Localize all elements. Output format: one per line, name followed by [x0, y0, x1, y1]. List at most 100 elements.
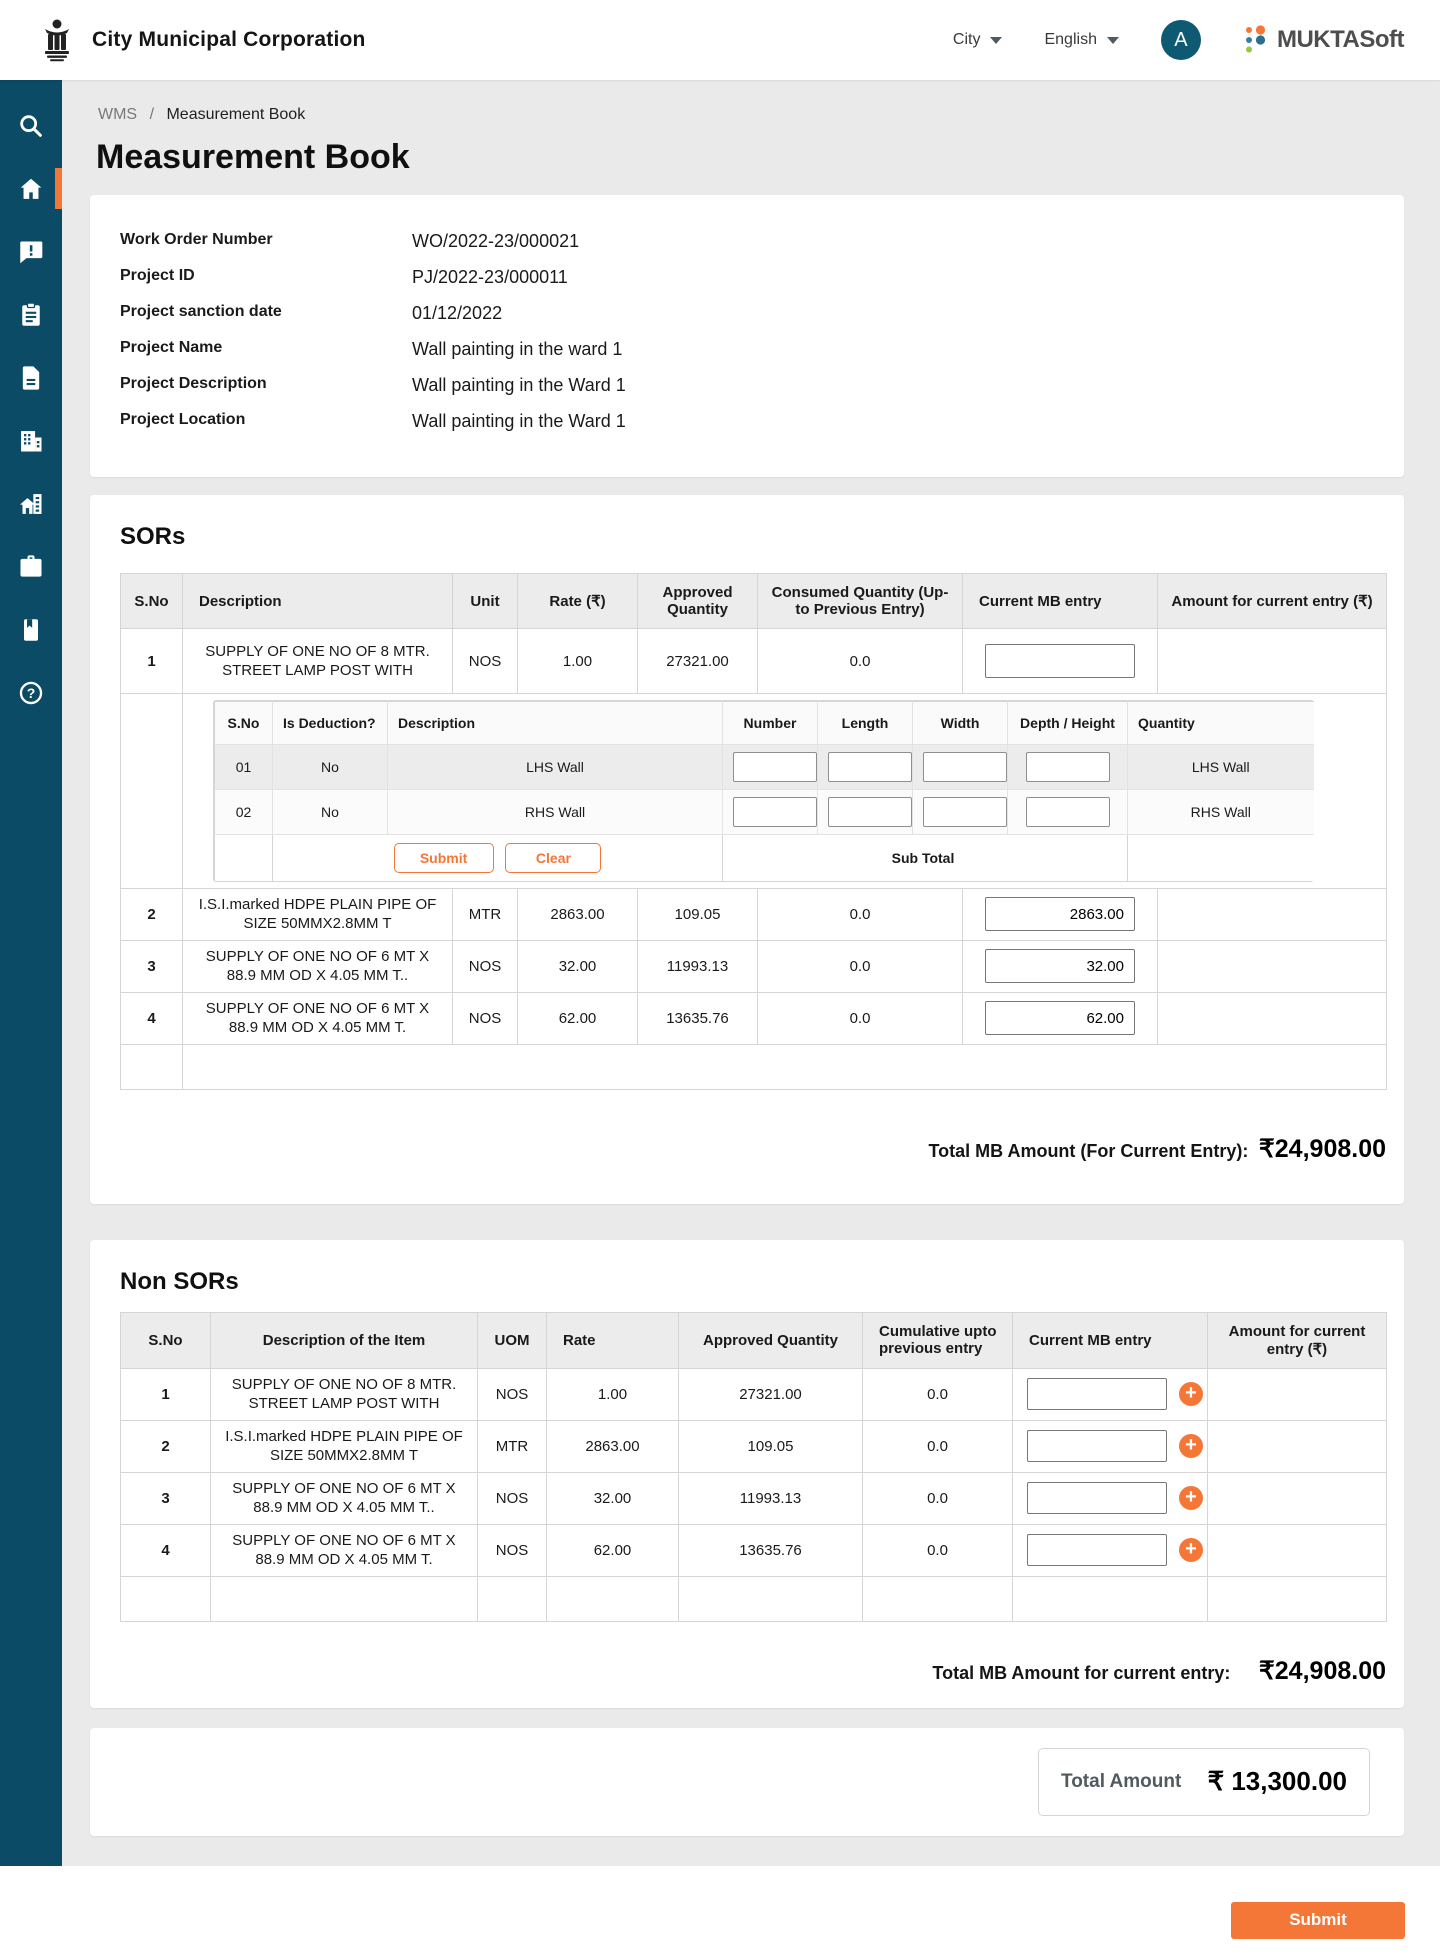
sors-row: 3 SUPPLY OF ONE NO OF 6 MT X 88.9 MM OD …: [121, 940, 1387, 992]
sidebar-item-home[interactable]: [0, 157, 62, 220]
detail-row: Project LocationWall painting in the War…: [120, 411, 1374, 432]
current-mb-entry-input[interactable]: [985, 1001, 1135, 1035]
description-cell: I.S.I.marked HDPE PLAIN PIPE OF SIZE 50M…: [211, 1420, 478, 1472]
sidebar-item-announcements[interactable]: [0, 220, 62, 283]
non-sors-header-row: S.No Description of the Item UOM Rate Ap…: [121, 1312, 1387, 1368]
col-description: Description: [183, 574, 453, 629]
sidebar-item-works[interactable]: [0, 535, 62, 598]
length-cell: [818, 790, 913, 835]
sors-empty-row: [121, 1044, 1387, 1089]
top-bar: City Municipal Corporation City English …: [0, 0, 1440, 80]
announcement-icon: [17, 238, 45, 266]
col-cumulative-qty: Cumulative upto previous entry: [863, 1312, 1013, 1368]
sors-total-line: Total MB Amount (For Current Entry): ₹24…: [120, 1134, 1386, 1164]
sidebar-item-estate[interactable]: [0, 472, 62, 535]
description-cell: SUPPLY OF ONE NO OF 8 MTR. STREET LAMP P…: [183, 629, 453, 694]
subtotal-value-cell: [1128, 835, 1314, 881]
uom-cell: NOS: [478, 1524, 547, 1576]
current-mb-entry-input[interactable]: [985, 949, 1135, 983]
sno-cell: 1: [121, 629, 183, 694]
org-name: City Municipal Corporation: [92, 28, 366, 52]
detail-value: PJ/2022-23/000011: [412, 267, 568, 288]
depth-height-cell: [1008, 790, 1128, 835]
sidebar-item-tasks[interactable]: [0, 283, 62, 346]
current-mb-entry-cell: [963, 888, 1158, 940]
col-rate: Rate: [547, 1312, 679, 1368]
col-is-deduction: Is Deduction?: [273, 702, 388, 745]
breadcrumb-current: Measurement Book: [166, 106, 305, 123]
sors-row: 2 I.S.I.marked HDPE PLAIN PIPE OF SIZE 5…: [121, 888, 1387, 940]
help-icon: ?: [17, 679, 45, 707]
measurements-submit-button[interactable]: Submit: [394, 843, 494, 873]
quantity-cell: RHS Wall: [1128, 790, 1314, 835]
add-entry-plus-icon[interactable]: +: [1179, 1434, 1203, 1458]
approved-qty-cell: 11993.13: [638, 940, 758, 992]
amount-cell: [1158, 940, 1387, 992]
sors-header-row: S.No Description Unit Rate (₹) Approved …: [121, 574, 1387, 629]
muktasoft-logo: MUKTASoft: [1243, 24, 1404, 56]
sors-row: 1 SUPPLY OF ONE NO OF 8 MTR. STREET LAMP…: [121, 629, 1387, 694]
rate-cell: 2863.00: [518, 888, 638, 940]
current-mb-entry-input[interactable]: [985, 644, 1135, 678]
sidebar-item-help[interactable]: ?: [0, 661, 62, 724]
sidebar-item-reports[interactable]: [0, 598, 62, 661]
length-input[interactable]: [828, 797, 912, 827]
detail-row: Work Order NumberWO/2022-23/000021: [120, 231, 1374, 252]
consumed-qty-cell: 0.0: [758, 888, 963, 940]
sidebar-item-organisation[interactable]: [0, 409, 62, 472]
depth-height-input[interactable]: [1026, 752, 1110, 782]
svg-text:?: ?: [27, 684, 36, 700]
city-dropdown-label: City: [953, 31, 981, 49]
language-dropdown[interactable]: English: [1044, 31, 1118, 49]
current-mb-entry-input[interactable]: [1027, 1534, 1167, 1566]
add-entry-plus-icon[interactable]: +: [1179, 1538, 1203, 1562]
approved-qty-cell: 109.05: [679, 1420, 863, 1472]
current-mb-entry-cell: [963, 992, 1158, 1044]
approved-qty-cell: 11993.13: [679, 1472, 863, 1524]
rate-cell: 1.00: [518, 629, 638, 694]
sno-spacer-cell: [121, 694, 183, 889]
sno-cell: 01: [215, 745, 273, 790]
submit-button[interactable]: Submit: [1231, 1902, 1405, 1939]
user-avatar[interactable]: A: [1161, 20, 1201, 60]
width-input[interactable]: [923, 752, 1007, 782]
municipal-emblem-logo: [38, 17, 76, 63]
city-dropdown[interactable]: City: [953, 31, 1003, 49]
detail-label: Project Location: [120, 411, 412, 432]
number-input[interactable]: [733, 797, 817, 827]
subtotal-label: Sub Total: [723, 835, 1128, 881]
add-entry-plus-icon[interactable]: +: [1179, 1486, 1203, 1510]
depth-height-cell: [1008, 745, 1128, 790]
depth-height-input[interactable]: [1026, 797, 1110, 827]
current-mb-entry-input[interactable]: [985, 897, 1135, 931]
col-consumed-qty: Consumed Quantity (Up-to Previous Entry): [758, 574, 963, 629]
detail-row: Project sanction date01/12/2022: [120, 303, 1374, 324]
breadcrumb-wms-link[interactable]: WMS: [98, 106, 137, 123]
sidebar-item-documents[interactable]: [0, 346, 62, 409]
approved-qty-cell: 27321.00: [679, 1368, 863, 1420]
detail-value: 01/12/2022: [412, 303, 502, 324]
measurements-header-row: S.No Is Deduction? Description Number Le…: [215, 702, 1314, 745]
current-mb-entry-input[interactable]: [1027, 1482, 1167, 1514]
col-current-mb-entry: Current MB entry: [963, 574, 1158, 629]
description-cell: RHS Wall: [388, 790, 723, 835]
total-amount-value: ₹ 13,300.00: [1208, 1766, 1347, 1797]
sidebar-item-search[interactable]: [0, 94, 62, 157]
col-sno: S.No: [215, 702, 273, 745]
width-input[interactable]: [923, 797, 1007, 827]
unit-cell: NOS: [453, 940, 518, 992]
current-mb-entry-cell: +: [1013, 1472, 1208, 1524]
detail-label: Work Order Number: [120, 231, 412, 252]
page-title: Measurement Book: [96, 138, 1440, 177]
current-mb-entry-input[interactable]: [1027, 1430, 1167, 1462]
measurements-clear-button[interactable]: Clear: [505, 843, 601, 873]
current-mb-entry-input[interactable]: [1027, 1378, 1167, 1410]
search-icon: [17, 112, 45, 140]
number-input[interactable]: [733, 752, 817, 782]
rate-cell: 62.00: [518, 992, 638, 1044]
footer-spacer: [215, 835, 273, 881]
home-icon: [17, 175, 45, 203]
length-input[interactable]: [828, 752, 912, 782]
detail-label: Project ID: [120, 267, 412, 288]
add-entry-plus-icon[interactable]: +: [1179, 1382, 1203, 1406]
